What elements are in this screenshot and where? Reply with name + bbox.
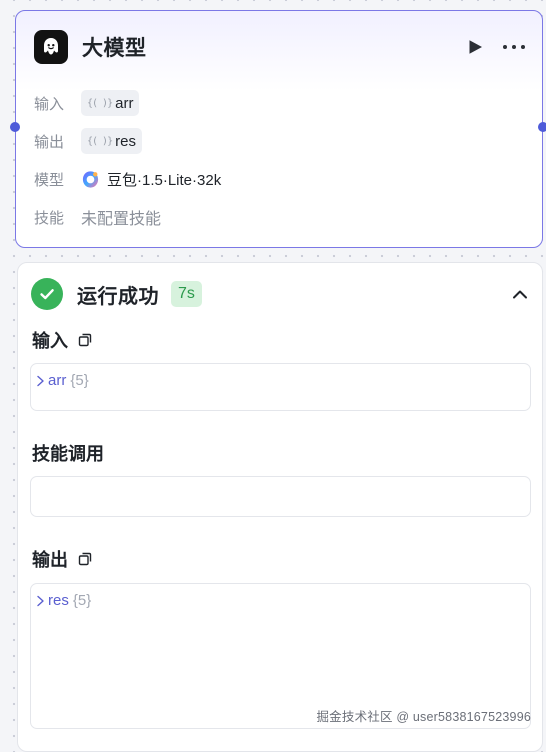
variable-tag-input[interactable]: {( )} arr bbox=[81, 90, 140, 116]
llm-node-card[interactable]: 大模型 输入 {( )} arr 输出 {( )} res 模型 豆包·1.5·… bbox=[15, 10, 543, 248]
param-label-output: 输出 bbox=[34, 133, 65, 151]
json-tree-item[interactable]: res {5} bbox=[36, 592, 91, 609]
variable-braces-icon: {( )} bbox=[87, 135, 113, 147]
output-port[interactable] bbox=[538, 122, 546, 132]
chevron-right-icon[interactable] bbox=[36, 595, 45, 607]
param-row-input: 输入 {( )} arr bbox=[34, 89, 140, 117]
node-header: 大模型 bbox=[34, 29, 526, 65]
section-title-input: 输入 bbox=[32, 327, 92, 353]
section-title-output-text: 输出 bbox=[32, 550, 68, 570]
json-key: res bbox=[48, 592, 69, 609]
param-row-model: 模型 豆包·1.5·Lite·32k bbox=[34, 165, 221, 193]
variable-name-output: res bbox=[115, 132, 136, 150]
variable-name-input: arr bbox=[115, 94, 134, 112]
chevron-up-icon[interactable] bbox=[512, 289, 528, 299]
more-icon[interactable] bbox=[502, 43, 526, 51]
run-result-panel: 运行成功 7s 输入 arr {5} 技能调用 输出 res {5} bbox=[17, 262, 543, 752]
param-label-skill: 技能 bbox=[34, 209, 65, 227]
variable-tag-output[interactable]: {( )} res bbox=[81, 128, 142, 154]
doubao-logo-icon bbox=[82, 170, 99, 188]
section-title-skill-call-text: 技能调用 bbox=[32, 444, 104, 464]
model-selector[interactable]: 豆包·1.5·Lite·32k bbox=[81, 169, 221, 190]
chevron-right-icon[interactable] bbox=[36, 375, 45, 387]
copy-icon[interactable] bbox=[78, 552, 92, 566]
play-icon[interactable] bbox=[466, 38, 484, 56]
model-name: 豆包·1.5·Lite·32k bbox=[107, 171, 222, 189]
json-tree-item[interactable]: arr {5} bbox=[36, 372, 89, 389]
skill-call-box bbox=[30, 476, 531, 517]
section-title-output: 输出 bbox=[32, 546, 92, 572]
input-json-viewer[interactable]: arr {5} bbox=[30, 363, 531, 411]
node-title: 大模型 bbox=[82, 37, 147, 60]
success-check-icon bbox=[31, 278, 63, 310]
result-header: 运行成功 7s bbox=[31, 277, 528, 311]
param-row-skill: 技能 未配置技能 bbox=[34, 203, 161, 231]
bot-icon bbox=[34, 30, 68, 64]
node-actions bbox=[466, 38, 526, 56]
json-count: {5} bbox=[72, 592, 92, 609]
run-status: 运行成功 bbox=[77, 285, 159, 308]
param-label-input: 输入 bbox=[34, 95, 65, 113]
duration-badge: 7s bbox=[171, 281, 202, 307]
skill-empty-text: 未配置技能 bbox=[81, 211, 162, 228]
section-title-input-text: 输入 bbox=[32, 331, 68, 351]
copy-icon[interactable] bbox=[78, 333, 92, 347]
json-count: {5} bbox=[70, 372, 89, 389]
variable-braces-icon: {( )} bbox=[87, 97, 113, 109]
param-row-output: 输出 {( )} res bbox=[34, 127, 142, 155]
watermark: 掘金技术社区 @ user5838167523996 bbox=[316, 710, 531, 724]
json-key: arr bbox=[48, 372, 67, 389]
param-label-model: 模型 bbox=[34, 171, 65, 189]
input-port[interactable] bbox=[10, 122, 20, 132]
section-title-skill-call: 技能调用 bbox=[32, 440, 104, 466]
